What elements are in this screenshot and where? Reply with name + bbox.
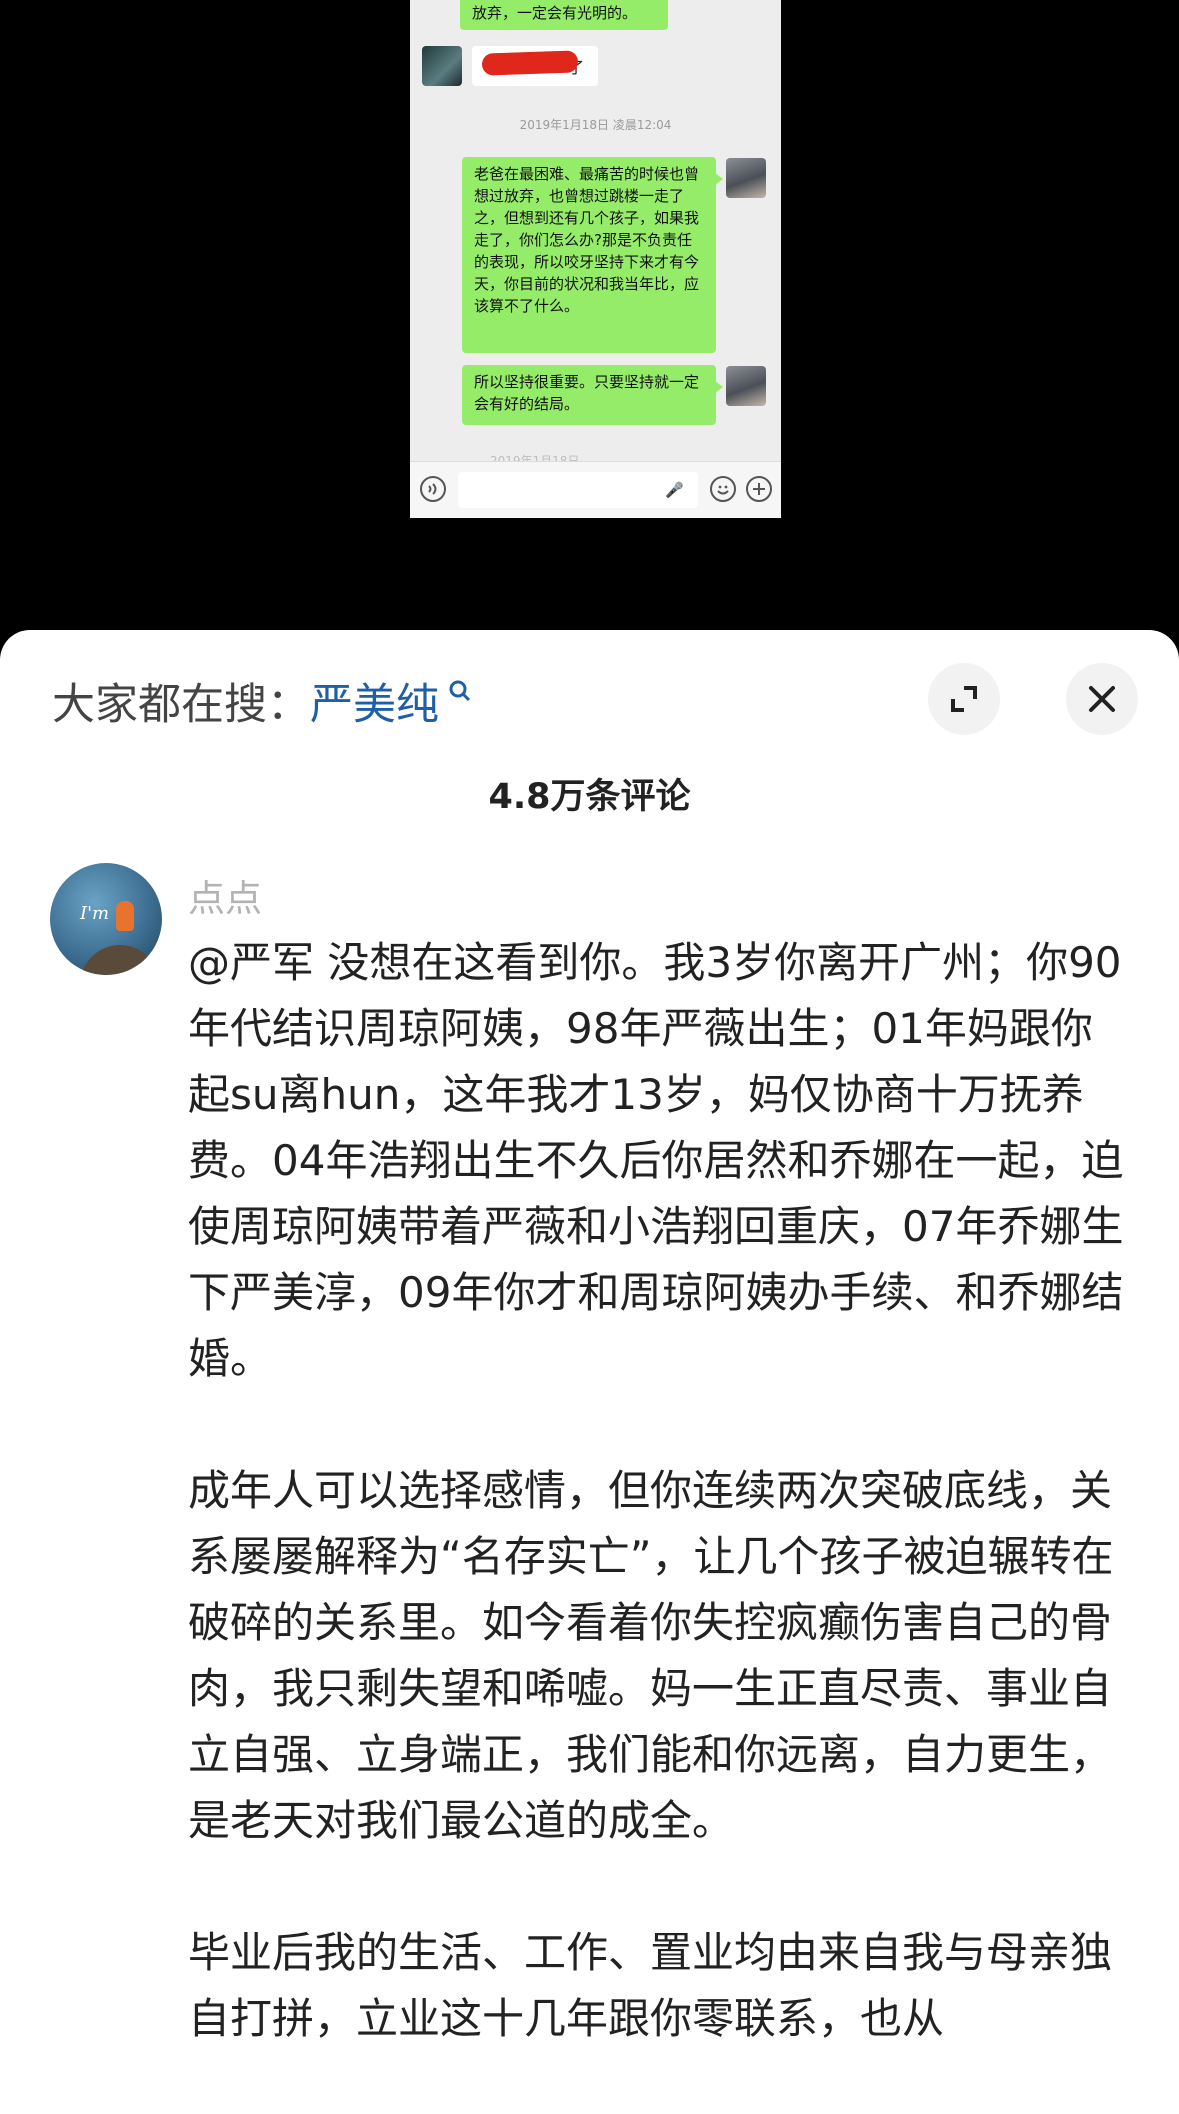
comment-body: @严军 没想在这看到你。我3岁你离开广州；你90年代结识周琼阿姨，98年严薇出生… — [188, 930, 1128, 2114]
comment-paragraph: 成年人可以选择感情，但你连续两次突破底线，关系屡屡解释为“名存实亡”，让几个孩子… — [188, 1466, 1114, 1845]
close-button[interactable] — [1066, 663, 1138, 735]
commenter-avatar[interactable]: I'm — [50, 863, 162, 975]
contact-avatar — [422, 46, 462, 86]
voice-icon[interactable] — [420, 476, 446, 502]
expand-icon — [951, 686, 977, 712]
avatar-text: I'm — [80, 903, 110, 924]
comment-count: 4.8万条评论 — [488, 777, 691, 817]
trending-search-keyword[interactable]: 严美纯 — [310, 680, 439, 730]
trending-search[interactable]: 大家都在搜：严美纯 — [52, 670, 473, 732]
chat-message-2: 所以坚持很重要。只要坚持就一定会有好的结局。 — [462, 365, 723, 425]
comment-paragraph: 毕业后我的生活、工作、置业均由来自我与母亲独自打拼，立业这十几年跟你零联系，也从 — [188, 1928, 1113, 2043]
search-icon — [439, 680, 473, 710]
plus-icon[interactable] — [746, 476, 772, 502]
trending-search-prefix: 大家都在搜： — [52, 680, 310, 730]
chat-message-1: 老爸在最困难、最痛苦的时候也曾想过放弃，也曾想过跳楼一走了之，但想到还有几个孩子… — [462, 157, 723, 353]
comment-sheet: 大家都在搜：严美纯 4.8万条评论 I'm 点点 @严军 没想在这看到你。我3岁… — [0, 630, 1179, 2114]
expand-button[interactable] — [928, 663, 1000, 735]
redaction-mark — [481, 50, 579, 76]
close-icon — [1089, 686, 1115, 712]
comment-paragraph: @严军 没想在这看到你。我3岁你离开广州；你90年代结识周琼阿姨，98年严薇出生… — [188, 938, 1124, 1383]
chat-text-input[interactable] — [458, 472, 698, 508]
emoji-icon[interactable] — [710, 476, 736, 502]
mic-icon[interactable]: 🎤 — [665, 481, 684, 499]
avatar-rock — [80, 945, 160, 975]
commenter-name[interactable]: 点点 — [188, 868, 262, 922]
chat-input-bar: 🎤 — [410, 461, 781, 518]
avatar-hand — [116, 901, 134, 931]
chat-bubble-top: 放弃，一定会有光明的。 — [460, 0, 668, 30]
chat-timestamp: 2019年1月18日 凌晨12:04 — [519, 118, 672, 132]
chat-screenshot: 放弃，一定会有光明的。 了 2019年1月18日 凌晨12:04 老爸在最困难、… — [410, 0, 781, 518]
self-avatar — [726, 158, 766, 198]
self-avatar — [726, 366, 766, 406]
